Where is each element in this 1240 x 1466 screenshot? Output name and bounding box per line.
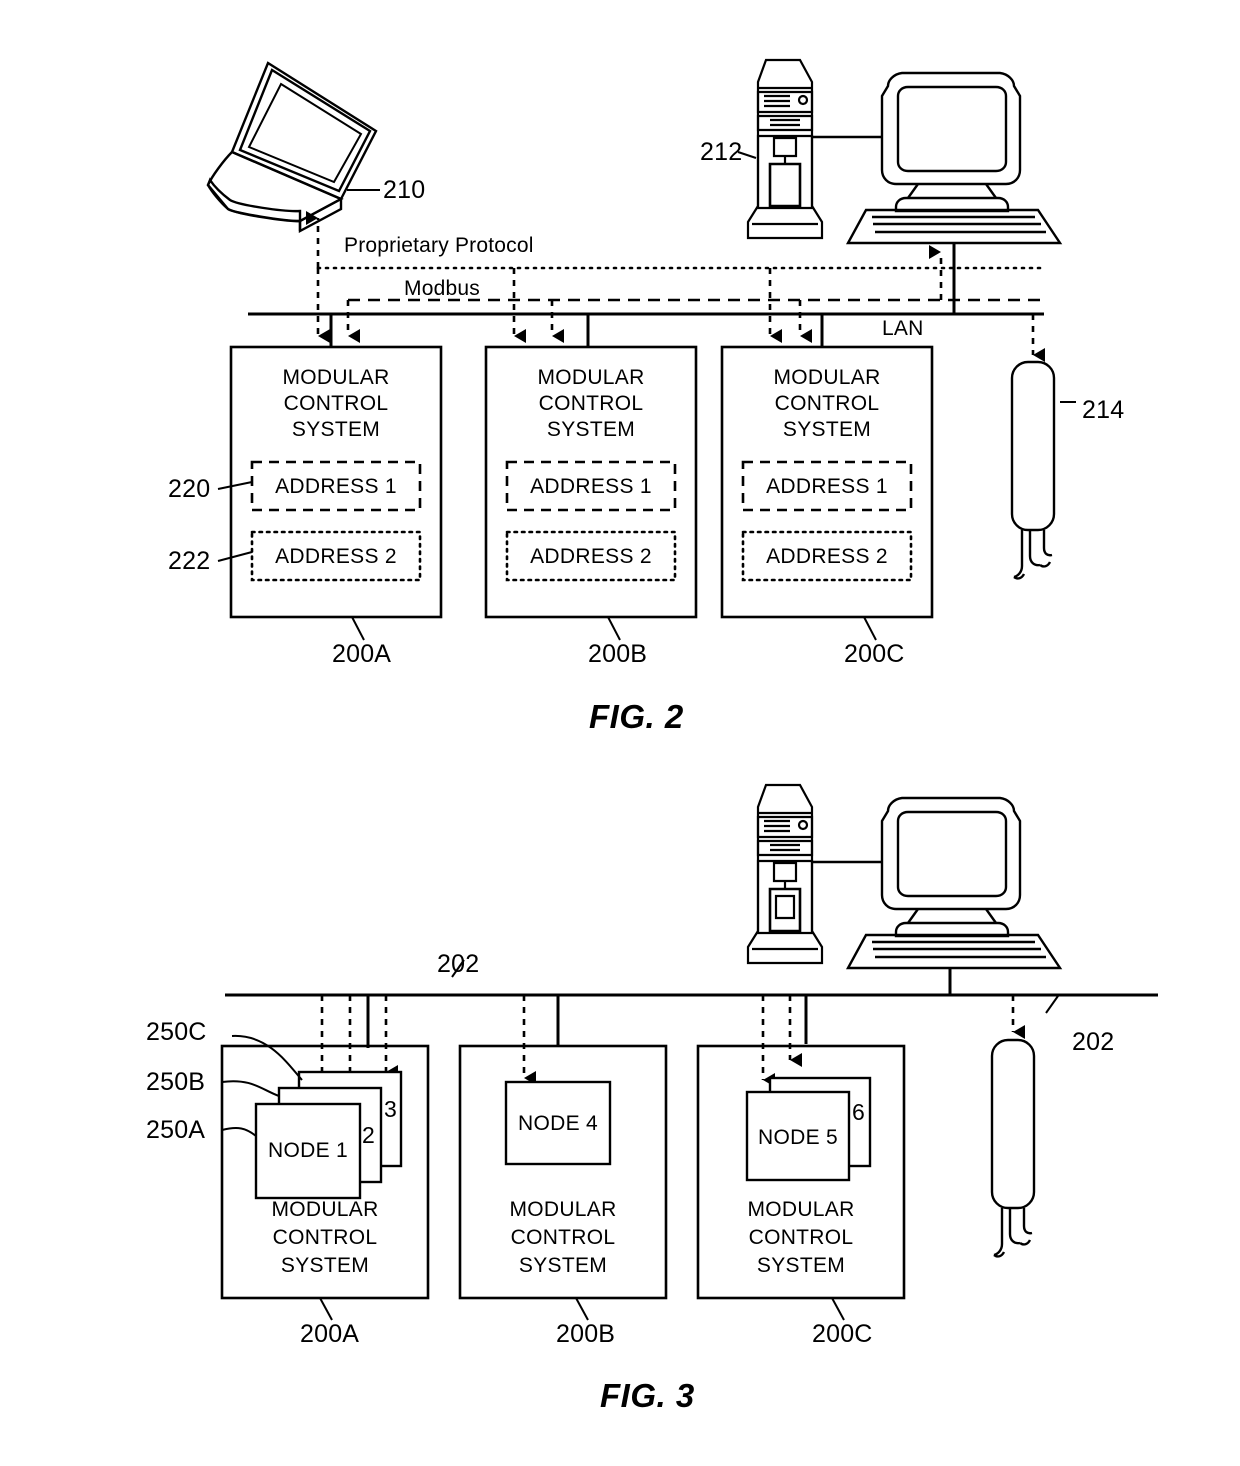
node-stack-number-2: 2: [362, 1122, 375, 1148]
node-stack-number-3: 3: [384, 1096, 397, 1122]
mcs-title-200B-fig3-line3: SYSTEM: [518, 1254, 608, 1277]
leader-200C-fig3: [831, 1297, 845, 1321]
mcs-title-200A-line2: CONTROL: [283, 392, 389, 415]
ref-202-right: 202: [1072, 1028, 1115, 1056]
figure-caption-3: FIG. 3: [600, 1377, 695, 1414]
mcs-title-200C-line3: SYSTEM: [782, 418, 872, 441]
mcs-title-200C-fig3-line2: CONTROL: [748, 1226, 854, 1249]
sensor-probe-icon: [1010, 360, 1056, 580]
figure-caption-2: FIG. 2: [589, 698, 684, 735]
ref-200C-fig2: 200C: [844, 640, 905, 668]
computer-tower-icon-fig3: [746, 783, 824, 965]
mcs-title-200A-line3: SYSTEM: [291, 418, 381, 441]
leader-250C: [231, 1034, 303, 1081]
mcs-title-200B-line2: CONTROL: [538, 392, 644, 415]
mcs-title-200A-fig3-line2: CONTROL: [272, 1226, 378, 1249]
modbus-label: Modbus: [404, 277, 480, 300]
address-label-200C-2: ADDRESS 2: [766, 545, 888, 568]
node-label-node5: NODE 5: [758, 1126, 838, 1149]
patent-drawing-sheet: 210 212 214 Proprietary Protocol Modbus …: [0, 0, 1240, 1466]
keyboard-icon: [845, 208, 1063, 245]
leader-220: [217, 481, 253, 490]
ref-210: 210: [383, 176, 426, 204]
ref-202-left: 202: [437, 950, 480, 978]
address-label-200B-1: ADDRESS 1: [530, 475, 652, 498]
crt-monitor-icon: [880, 71, 1022, 213]
mcs-title-200C-line2: CONTROL: [774, 392, 880, 415]
mcs-title-200B-fig3-line1: MODULAR: [509, 1198, 617, 1221]
crt-monitor-icon-fig3: [880, 796, 1022, 938]
node-stack-number-6: 6: [852, 1099, 865, 1125]
leader-202-right: [1045, 995, 1059, 1014]
node-label-250A: NODE 1: [268, 1139, 348, 1162]
ref-250B: 250B: [146, 1068, 206, 1096]
ref-200A-fig2: 200A: [332, 640, 392, 668]
leader-250B: [221, 1080, 280, 1097]
node-label-node4: NODE 4: [518, 1112, 598, 1135]
lan-label: LAN: [882, 317, 924, 340]
mcs-title-200A-line1: MODULAR: [282, 366, 390, 389]
computer-tower-icon: [746, 58, 824, 240]
ref-200B-fig2: 200B: [588, 640, 648, 668]
address-label-200B-2: ADDRESS 2: [530, 545, 652, 568]
mcs-title-200B-fig3-line2: CONTROL: [510, 1226, 616, 1249]
ref-200C-fig3: 200C: [812, 1320, 873, 1348]
laptop-icon: [206, 61, 378, 234]
leader-200C-fig2: [863, 616, 877, 641]
ref-250A: 250A: [146, 1116, 206, 1144]
leader-200A-fig3: [319, 1297, 333, 1321]
mcs-title-200C-fig3-line3: SYSTEM: [756, 1254, 846, 1277]
address-label-200C-1: ADDRESS 1: [766, 475, 888, 498]
ref-214: 214: [1082, 396, 1125, 424]
mcs-title-200C-fig3-line1: MODULAR: [747, 1198, 855, 1221]
ref-200B-fig3: 200B: [556, 1320, 616, 1348]
ref-200A-fig3: 200A: [300, 1320, 360, 1348]
mcs-title-200A-fig3-line1: MODULAR: [271, 1198, 379, 1221]
proprietary-protocol-label: Proprietary Protocol: [344, 234, 534, 257]
leader-222: [217, 551, 253, 562]
mcs-title-200B-line1: MODULAR: [537, 366, 645, 389]
address-label-222: ADDRESS 2: [275, 545, 397, 568]
mcs-title-200C-line1: MODULAR: [773, 366, 881, 389]
leader-250A: [221, 1127, 257, 1137]
leader-200B-fig3: [575, 1297, 589, 1321]
address-label-220: ADDRESS 1: [275, 475, 397, 498]
mcs-title-200B-line3: SYSTEM: [546, 418, 636, 441]
sensor-probe-icon-fig3: [990, 1038, 1036, 1258]
ref-212: 212: [700, 138, 743, 166]
ref-250C: 250C: [146, 1018, 207, 1046]
ref-220: 220: [168, 475, 211, 503]
ref-222: 222: [168, 547, 211, 575]
mcs-title-200A-fig3-line3: SYSTEM: [280, 1254, 370, 1277]
leader-200B-fig2: [607, 616, 621, 641]
keyboard-icon-fig3: [845, 933, 1063, 970]
leader-200A-fig2: [351, 616, 365, 641]
